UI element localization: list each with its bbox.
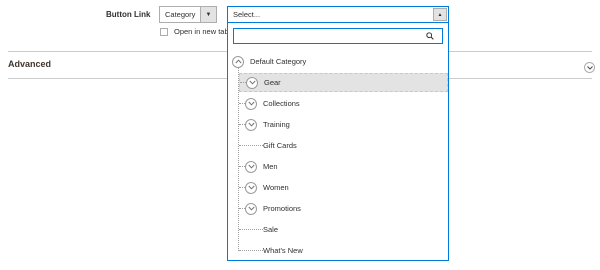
expand-toggle-icon[interactable] <box>245 202 257 215</box>
tree-item-label: Men <box>263 162 278 171</box>
tree-item-label: Gear <box>264 78 281 87</box>
tree-item-label: Default Category <box>250 57 307 66</box>
tree-item-label: Gift Cards <box>263 141 297 150</box>
tree-item-gift-cards[interactable]: Gift Cards <box>239 136 448 155</box>
link-type-select[interactable]: Category ▼ <box>159 6 217 23</box>
expand-toggle-icon[interactable] <box>245 181 257 194</box>
category-select-value: Select... <box>233 10 261 19</box>
category-select[interactable]: Select... ▲ <box>227 6 449 23</box>
category-dropdown: Default Category Gear Collections Traini… <box>227 23 449 261</box>
link-type-value: Category <box>165 10 196 19</box>
chevron-down-circle-icon[interactable] <box>584 62 595 73</box>
tree-item-promotions[interactable]: Promotions <box>239 199 448 218</box>
tree-item-gear[interactable]: Gear <box>239 73 448 92</box>
search-icon <box>426 32 434 40</box>
tree-item-default-category[interactable]: Default Category <box>232 52 452 71</box>
expand-toggle-icon[interactable] <box>245 118 257 131</box>
expand-toggle-icon[interactable] <box>245 97 257 110</box>
category-search-input[interactable] <box>233 28 443 44</box>
tree-item-women[interactable]: Women <box>239 178 448 197</box>
triangle-up-icon[interactable]: ▲ <box>433 8 447 21</box>
triangle-down-icon[interactable]: ▼ <box>200 7 216 22</box>
expand-toggle-icon[interactable] <box>246 76 258 89</box>
tree-item-label: Collections <box>263 99 300 108</box>
expand-toggle-icon[interactable] <box>245 160 257 173</box>
tree-item-label: Sale <box>263 225 279 234</box>
section-title-advanced[interactable]: Advanced <box>8 59 51 69</box>
tree-item-label: What's New <box>263 246 303 255</box>
tree-item-collections[interactable]: Collections <box>239 94 448 113</box>
collapse-toggle-icon[interactable] <box>232 55 244 68</box>
tree-item-label: Promotions <box>263 204 301 213</box>
open-new-tab-checkbox[interactable] <box>160 27 168 36</box>
tree-item-whats-new[interactable]: What's New <box>239 241 448 260</box>
tree-item-label: Women <box>263 183 289 192</box>
open-new-tab-label: Open in new tab <box>174 27 229 36</box>
open-new-tab-option[interactable]: Open in new tab <box>160 27 229 36</box>
tree-item-men[interactable]: Men <box>239 157 448 176</box>
tree-item-label: Training <box>263 120 290 129</box>
field-label: Button Link <box>106 10 151 19</box>
tree-item-training[interactable]: Training <box>239 115 448 134</box>
tree-item-sale[interactable]: Sale <box>239 220 448 239</box>
